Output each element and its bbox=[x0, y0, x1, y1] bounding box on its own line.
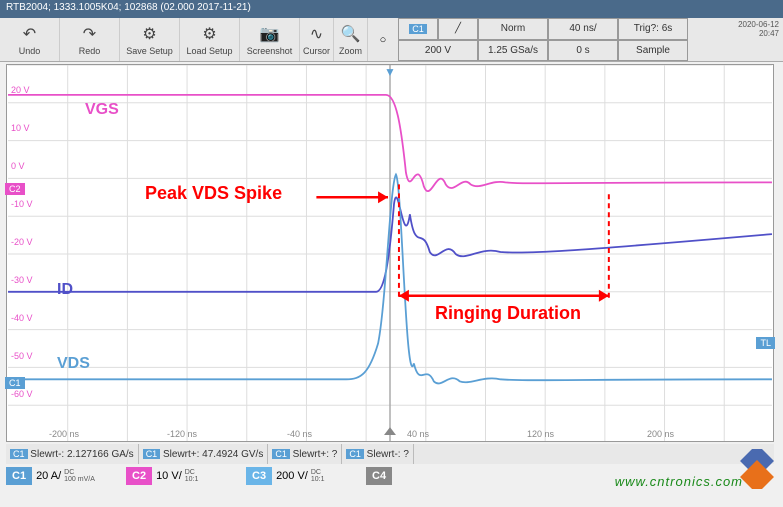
redo-icon: ↷ bbox=[83, 24, 96, 44]
edge-icon: ╱ bbox=[438, 18, 478, 40]
ch1-box[interactable]: C120 A/DC100 mV/A bbox=[6, 464, 126, 488]
ch2-num: C2 bbox=[126, 467, 152, 485]
rate-cell[interactable]: 1.25 GSa/s bbox=[478, 40, 548, 62]
measurement-bar: C1 Slewrt-: 2.127166 GA/s C1 Slewrt+: 47… bbox=[6, 444, 774, 464]
c2-badge: C2 bbox=[5, 183, 25, 195]
undo-icon: ↶ bbox=[23, 24, 36, 44]
watermark: www.cntronics.com bbox=[615, 474, 743, 489]
slew4: Slewrt-: ? bbox=[367, 449, 409, 460]
gear-in-icon: ⚙ bbox=[202, 24, 216, 44]
undo-label: Undo bbox=[19, 46, 41, 56]
vds-label: VDS bbox=[57, 355, 90, 373]
tl-badge: TL bbox=[756, 337, 775, 349]
slew3: Slewrt+: ? bbox=[293, 449, 338, 460]
ch1-scale: 20 A/ bbox=[36, 470, 61, 482]
timebase-cell[interactable]: 40 ns/ bbox=[548, 18, 618, 40]
trigger-level[interactable]: ○ bbox=[368, 18, 398, 61]
ch3-box[interactable]: C3200 V/DC10:1 bbox=[246, 464, 366, 488]
screenshot-button[interactable]: 📷 Screenshot bbox=[240, 18, 300, 61]
ch2-box[interactable]: C210 V/DC10:1 bbox=[126, 464, 246, 488]
ch3-scale: 200 V/ bbox=[276, 470, 308, 482]
trig-cell[interactable]: Trig?: 6s bbox=[618, 18, 688, 40]
trigger-marker-icon: ▼ bbox=[384, 65, 396, 79]
c1-badge-left: C1 bbox=[5, 377, 25, 389]
slew2: Slewrt+: 47.4924 GV/s bbox=[163, 449, 263, 460]
redo-label: Redo bbox=[79, 46, 101, 56]
waveform-svg bbox=[7, 65, 773, 441]
c1-badge: C1 bbox=[409, 24, 427, 34]
zoom-icon: 🔍 bbox=[341, 24, 361, 44]
cursor-label: Cursor bbox=[303, 46, 330, 56]
undo-button[interactable]: ↶ Undo bbox=[0, 18, 60, 61]
savesetup-label: Save Setup bbox=[126, 46, 173, 56]
redo-button[interactable]: ↷ Redo bbox=[60, 18, 120, 61]
screenshot-label: Screenshot bbox=[247, 46, 293, 56]
load-setup-button[interactable]: ⚙ Load Setup bbox=[180, 18, 240, 61]
zoom-button[interactable]: 🔍 Zoom bbox=[334, 18, 368, 61]
ch1-num: C1 bbox=[6, 467, 32, 485]
vgs-label: VGS bbox=[85, 101, 119, 119]
ringing-annotation: Ringing Duration bbox=[435, 303, 581, 324]
status-panel: C1 ╱ Norm 40 ns/ Trig?: 6s 200 V 1.25 GS… bbox=[398, 18, 783, 61]
slew1: Slewrt-: 2.127166 GA/s bbox=[30, 449, 133, 460]
m-c1-2: C1 bbox=[143, 449, 161, 459]
id-label: ID bbox=[57, 281, 73, 299]
m-c1-4: C1 bbox=[346, 449, 364, 459]
m-c1-3: C1 bbox=[272, 449, 290, 459]
delay-cell[interactable]: 0 s bbox=[548, 40, 618, 62]
camera-icon: 📷 bbox=[260, 24, 280, 44]
main-toolbar: ↶ Undo ↷ Redo ⚙ Save Setup ⚙ Load Setup 📷 Scr… bbox=[0, 18, 783, 62]
save-setup-button[interactable]: ⚙ Save Setup bbox=[120, 18, 180, 61]
acq-cell[interactable]: Sample bbox=[618, 40, 688, 62]
title-bar: RTB2004; 1333.1005K04; 102868 (02.000 20… bbox=[0, 0, 783, 18]
wave-icon: ∿ bbox=[310, 24, 323, 44]
m-c1-1: C1 bbox=[10, 449, 28, 459]
gear-out-icon: ⚙ bbox=[142, 24, 156, 44]
zoom-label: Zoom bbox=[339, 46, 362, 56]
peak-vds-annotation: Peak VDS Spike bbox=[145, 183, 282, 204]
ch4-num: C4 bbox=[366, 467, 392, 485]
cursor-button[interactable]: ∿ Cursor bbox=[300, 18, 334, 61]
timestamp: 2020-06-1220:47 bbox=[738, 20, 779, 38]
ch3-num: C3 bbox=[246, 467, 272, 485]
loadsetup-label: Load Setup bbox=[186, 46, 232, 56]
ch4-box[interactable]: C4 bbox=[366, 464, 486, 488]
ch2-scale: 10 V/ bbox=[156, 470, 182, 482]
oscilloscope-grid[interactable]: ▼ C2 C1 TL VGS ID VDS Peak VDS Spike Rin… bbox=[6, 64, 774, 442]
scale-cell[interactable]: 200 V bbox=[398, 40, 478, 62]
rs-logo-icon bbox=[737, 449, 777, 489]
mode-cell[interactable]: Norm bbox=[478, 18, 548, 40]
